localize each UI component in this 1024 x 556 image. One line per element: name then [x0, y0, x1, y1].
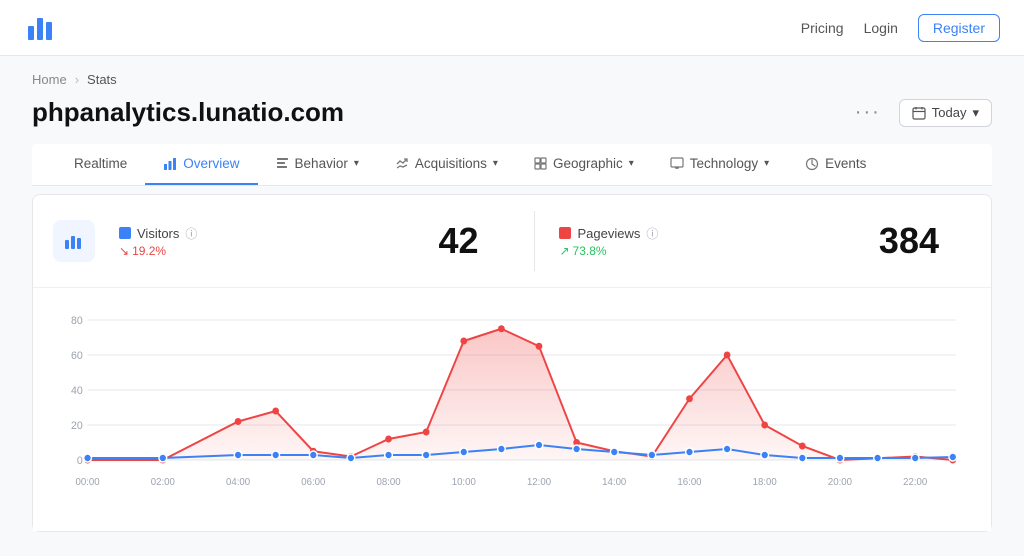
tab-behavior-label: Behavior	[295, 156, 348, 171]
stats-card-icon	[53, 220, 95, 262]
tab-geographic[interactable]: Geographic ▾	[516, 144, 652, 185]
acquisitions-icon	[395, 157, 409, 171]
tabs: Realtime Overview Behavior ▾	[32, 144, 992, 186]
visitors-change: ↘ 19.2%	[119, 244, 414, 258]
tab-events[interactable]: Events	[787, 144, 884, 185]
tabs-container: Realtime Overview Behavior ▾	[0, 144, 1024, 186]
acquisitions-chevron-icon: ▾	[493, 158, 498, 169]
svg-text:16:00: 16:00	[677, 477, 702, 488]
svg-text:22:00: 22:00	[903, 477, 928, 488]
stats-row: Visitors ⓘ ↘ 19.2% 42 Pageviews ⓘ ↗	[33, 195, 991, 288]
chart-svg: 80 60 40 20 0	[49, 300, 975, 520]
login-link[interactable]: Login	[864, 20, 898, 36]
svg-text:04:00: 04:00	[226, 477, 251, 488]
tab-realtime[interactable]: Realtime	[56, 144, 145, 185]
tab-overview-label: Overview	[183, 156, 239, 171]
svg-text:40: 40	[71, 385, 83, 397]
pageviews-badge	[559, 227, 571, 239]
svg-text:02:00: 02:00	[151, 477, 176, 488]
svg-text:18:00: 18:00	[753, 477, 778, 488]
pageviews-stat: Pageviews ⓘ ↗ 73.8%	[559, 225, 854, 258]
svg-text:06:00: 06:00	[301, 477, 326, 488]
tab-technology-label: Technology	[690, 156, 758, 171]
visitors-badge	[119, 227, 131, 239]
logo-icon	[24, 8, 60, 47]
tab-geographic-label: Geographic	[553, 156, 623, 171]
svg-text:14:00: 14:00	[602, 477, 627, 488]
date-label: Today	[932, 105, 967, 120]
tab-acquisitions-label: Acquisitions	[415, 156, 487, 171]
svg-text:20:00: 20:00	[828, 477, 853, 488]
register-button[interactable]: Register	[918, 14, 1000, 42]
geographic-chevron-icon: ▾	[629, 158, 634, 169]
tab-events-label: Events	[825, 156, 866, 171]
visitors-value: 42	[438, 220, 510, 262]
stat-divider	[534, 211, 535, 271]
chart-area: 80 60 40 20 0	[33, 288, 991, 531]
visitors-label: Visitors ⓘ	[119, 225, 414, 242]
more-button[interactable]: ···	[849, 99, 887, 126]
events-icon	[805, 157, 819, 171]
svg-text:0: 0	[77, 455, 83, 467]
geographic-icon	[534, 157, 547, 170]
svg-text:20: 20	[71, 420, 83, 432]
main-content: Visitors ⓘ ↘ 19.2% 42 Pageviews ⓘ ↗	[0, 186, 1024, 556]
down-arrow-icon: ↘	[119, 244, 129, 258]
header: Pricing Login Register	[0, 0, 1024, 56]
page-title-area: phpanalytics.lunatio.com ··· Today ▾	[0, 93, 1024, 144]
chevron-down-icon: ▾	[972, 105, 979, 121]
behavior-chevron-icon: ▾	[354, 158, 359, 169]
logo	[24, 8, 60, 47]
pageviews-info-icon[interactable]: ⓘ	[646, 225, 658, 242]
svg-text:00:00: 00:00	[76, 477, 101, 488]
breadcrumb-current: Stats	[87, 72, 117, 87]
technology-icon	[670, 157, 684, 170]
breadcrumb-home[interactable]: Home	[32, 72, 67, 87]
title-actions: ··· Today ▾	[849, 99, 992, 127]
breadcrumb: Home › Stats	[0, 56, 1024, 93]
technology-chevron-icon: ▾	[764, 158, 769, 169]
tab-technology[interactable]: Technology ▾	[652, 144, 787, 185]
page-title: phpanalytics.lunatio.com	[32, 97, 344, 128]
visitors-stat: Visitors ⓘ ↘ 19.2%	[119, 225, 414, 258]
calendar-icon	[912, 106, 926, 120]
behavior-icon	[276, 157, 289, 170]
pageviews-change: ↗ 73.8%	[559, 244, 854, 258]
tab-realtime-label: Realtime	[74, 156, 127, 171]
svg-text:80: 80	[71, 315, 83, 327]
tab-acquisitions[interactable]: Acquisitions ▾	[377, 144, 516, 185]
svg-text:60: 60	[71, 350, 83, 362]
date-picker-button[interactable]: Today ▾	[899, 99, 992, 127]
tab-behavior[interactable]: Behavior ▾	[258, 144, 377, 185]
pageviews-label: Pageviews ⓘ	[559, 225, 854, 242]
tab-overview[interactable]: Overview	[145, 144, 257, 185]
pageviews-value: 384	[879, 220, 971, 262]
header-nav: Pricing Login Register	[801, 14, 1000, 42]
svg-text:08:00: 08:00	[376, 477, 401, 488]
breadcrumb-separator: ›	[75, 72, 79, 87]
overview-icon	[163, 157, 177, 171]
svg-text:12:00: 12:00	[527, 477, 552, 488]
up-arrow-icon: ↗	[559, 244, 569, 258]
svg-text:10:00: 10:00	[452, 477, 477, 488]
visitors-info-icon[interactable]: ⓘ	[185, 225, 197, 242]
stats-card: Visitors ⓘ ↘ 19.2% 42 Pageviews ⓘ ↗	[32, 194, 992, 532]
pricing-link[interactable]: Pricing	[801, 20, 844, 36]
